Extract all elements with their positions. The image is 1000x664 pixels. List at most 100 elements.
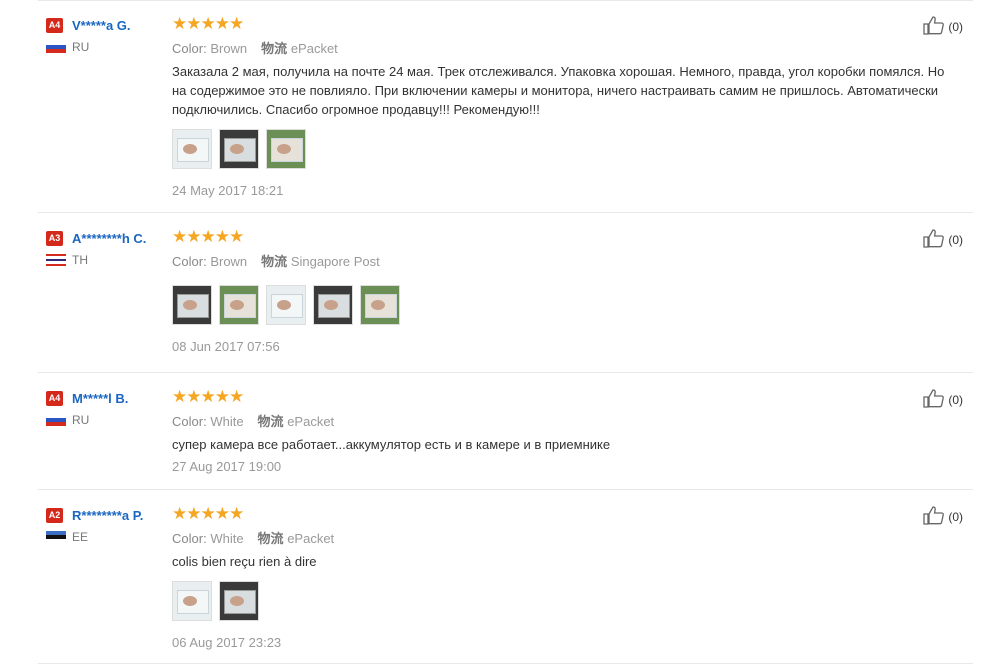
reviewer-name[interactable]: A********h C. [72,231,146,246]
review-text: Заказала 2 мая, получила на почте 24 мая… [172,64,945,117]
review-photo-thumbnail[interactable] [172,129,212,169]
helpful-count: (0) [948,232,963,247]
reviewer-info: A4 V*****a G. RU [46,16,166,55]
star-icon: ★ [186,13,201,33]
order-attributes: Color: Brown 物流 Singapore Post [172,251,972,269]
color-value: White [210,531,244,546]
review-content: ★ ★ ★ ★ ★ Color: Brown 物流 ePacket Заказала 2 ма… [172,14,972,198]
star-icon: ★ [214,386,230,406]
country-flag-icon [46,254,66,267]
shipping-method: ePacket [287,531,335,546]
shipping-method: Singapore Post [290,254,380,269]
review-date: 24 May 2017 18:21 [172,183,284,198]
star-icon: ★ [200,226,216,246]
buyer-level-badge: A4 [46,17,63,33]
thumbs-up-icon [922,15,948,38]
star-icon: ★ [172,13,187,33]
star-icon: ★ [229,386,244,406]
reviewer-info: A3 A********h C. TH [46,229,166,268]
review-photos [172,129,972,169]
review-photo-thumbnail[interactable] [313,285,353,325]
helpful-button[interactable]: (0) [922,15,963,38]
country-code: RU [72,40,90,54]
color-label: Color: [172,254,207,269]
helpful-button[interactable]: (0) [922,388,963,411]
reviewer-name[interactable]: V*****a G. [72,18,131,33]
country-flag-icon [46,414,66,426]
review-photo-thumbnail[interactable] [172,285,212,325]
review-content: ★ ★ ★ ★ ★ Color: White 物流 ePacket супер камера … [172,387,972,475]
reviewer-name[interactable]: M*****l B. [72,391,128,406]
buyer-level-badge: A4 [46,390,63,406]
reviewer-name[interactable]: R********a P. [72,508,143,523]
helpful-count: (0) [948,392,963,407]
review-photo-thumbnail[interactable] [266,129,306,169]
reviewer-info: A2 R********a P. EE [46,506,166,545]
country-flag-icon [46,531,66,543]
feedback-item: A3 A********h C. TH ★ ★ ★ ★ ★ Color: Brown 物流 Sin… [38,213,973,373]
country-code: RU [72,413,90,427]
order-attributes: Color: White 物流 ePacket [172,528,972,546]
color-label: Color: [172,531,207,546]
review-date: 27 Aug 2017 19:00 [172,459,282,474]
star-icon: ★ [200,13,216,33]
star-icon: ★ [200,386,216,406]
review-photo-thumbnail[interactable] [172,581,212,621]
shipping-label: 物流 [257,414,284,429]
color-value: Brown [210,254,248,269]
helpful-count: (0) [948,19,963,34]
star-icon: ★ [214,226,230,246]
star-icon: ★ [186,226,201,246]
helpful-count: (0) [948,509,963,524]
order-attributes: Color: Brown 物流 ePacket [172,38,972,56]
review-photo-thumbnail[interactable] [266,285,306,325]
color-label: Color: [172,41,207,56]
helpful-button[interactable]: (0) [922,228,963,251]
star-icon: ★ [229,13,244,33]
color-label: Color: [172,414,207,429]
star-icon: ★ [186,386,201,406]
color-value: Brown [210,41,248,56]
star-icon: ★ [229,503,244,523]
helpful-button[interactable]: (0) [922,505,963,528]
review-photos [172,581,972,621]
star-icon: ★ [214,13,230,33]
shipping-method: ePacket [290,41,338,56]
country-code: TH [72,253,88,267]
star-rating: ★ ★ ★ ★ ★ [172,14,972,32]
shipping-label: 物流 [257,531,284,546]
shipping-label: 物流 [261,254,288,269]
star-icon: ★ [186,503,201,523]
review-date: 06 Aug 2017 23:23 [172,635,282,650]
star-rating: ★ ★ ★ ★ ★ [172,227,972,245]
star-icon: ★ [200,503,216,523]
shipping-method: ePacket [287,414,335,429]
country-code: EE [72,530,89,544]
country-flag-icon [46,41,66,53]
star-rating: ★ ★ ★ ★ ★ [172,504,972,522]
review-photo-thumbnail[interactable] [360,285,400,325]
buyer-level-badge: A2 [46,507,63,523]
thumbs-up-icon [922,505,948,528]
review-content: ★ ★ ★ ★ ★ Color: White 物流 ePacket colis bien re… [172,504,972,650]
star-icon: ★ [172,503,187,523]
feedback-item: A2 R********a P. EE ★ ★ ★ ★ ★ Color: White 物流 ePa… [38,490,973,664]
review-text: colis bien reçu rien à dire [172,554,317,569]
review-text: супер камера все работает...аккумулятор … [172,437,611,452]
feedback-item: A4 M*****l B. RU ★ ★ ★ ★ ★ Color: White 物流 ePacke… [38,373,973,490]
review-photo-thumbnail[interactable] [219,129,259,169]
review-content: ★ ★ ★ ★ ★ Color: Brown 物流 Singapore Post 08 Jun… [172,227,972,354]
shipping-label: 物流 [261,41,288,56]
review-photo-thumbnail[interactable] [219,581,259,621]
review-photos [172,285,972,325]
thumbs-up-icon [922,388,948,411]
star-icon: ★ [214,503,230,523]
review-photo-thumbnail[interactable] [219,285,259,325]
star-icon: ★ [229,226,244,246]
thumbs-up-icon [922,228,948,251]
star-rating: ★ ★ ★ ★ ★ [172,387,972,405]
feedback-item: A4 V*****a G. RU ★ ★ ★ ★ ★ Color: Brown 物流 ePacke… [38,0,973,213]
reviewer-info: A4 M*****l B. RU [46,389,166,428]
buyer-level-badge: A3 [46,230,63,246]
color-value: White [210,414,244,429]
